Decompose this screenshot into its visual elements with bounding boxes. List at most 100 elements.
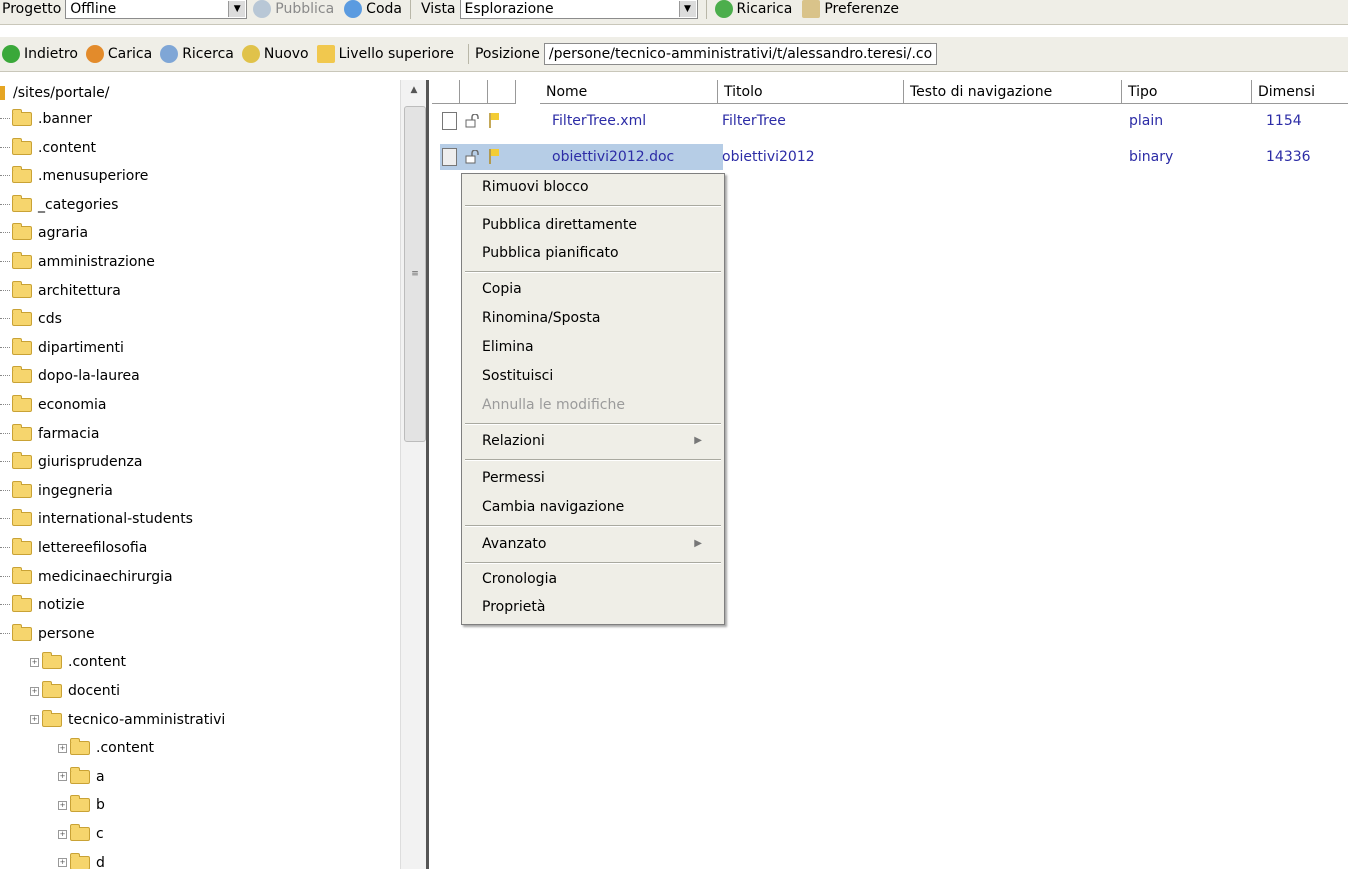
chevron-down-icon[interactable]: ▼	[228, 1, 246, 17]
menu-item-pubblica-pianificato[interactable]: Pubblica pianificato	[482, 240, 619, 266]
file-size: 14336	[1266, 149, 1311, 165]
menu-item-permessi[interactable]: Permessi	[482, 465, 545, 491]
tree-item[interactable]: .menusuperiore	[0, 163, 148, 189]
tree-connector	[0, 146, 10, 149]
toolbar-divider	[705, 0, 707, 19]
list-header: Nome Titolo Testo di navigazione Tipo Di…	[432, 80, 1348, 105]
preferenze-button[interactable]: Preferenze	[802, 0, 899, 18]
menu-item-pubblica-direttamente[interactable]: Pubblica direttamente	[482, 212, 637, 238]
menu-item-elimina[interactable]: Elimina	[482, 334, 534, 360]
tree-item[interactable]: farmacia	[0, 421, 99, 447]
expand-icon[interactable]: +	[58, 858, 67, 868]
tree-item[interactable]: + c	[58, 821, 104, 847]
tree-item[interactable]: + d	[58, 850, 105, 869]
tree-item[interactable]: giurisprudenza	[0, 449, 142, 475]
tree-item[interactable]: + a	[58, 764, 105, 790]
preferences-icon	[802, 0, 821, 18]
column-header-tipo[interactable]: Tipo	[1122, 80, 1252, 104]
menu-item-avanzato[interactable]: Avanzato ▶	[482, 531, 712, 557]
menu-item-sostituisci[interactable]: Sostituisci	[482, 363, 553, 389]
tree-item[interactable]: + .content	[30, 649, 126, 675]
table-row[interactable]: FilterTree.xml FilterTree plain 1154	[432, 108, 1348, 134]
expand-icon[interactable]: +	[58, 743, 67, 753]
context-menu: Rimuovi blocco Pubblica direttamente Pub…	[461, 173, 725, 625]
folder-tree: /sites/portale/ .banner .content .menusupe…	[0, 80, 400, 869]
tree-item[interactable]: economia	[0, 392, 106, 418]
column-header-flag[interactable]	[488, 80, 516, 104]
tree-item[interactable]: international-students	[0, 506, 193, 532]
menu-item-copia[interactable]: Copia	[482, 276, 522, 302]
tree-connector	[0, 432, 10, 435]
tree-connector	[0, 175, 10, 177]
folder-icon	[70, 852, 90, 869]
tree-item[interactable]: ingegneria	[0, 478, 113, 504]
ricarica-button[interactable]: Ricarica	[714, 0, 792, 18]
carica-button[interactable]: Carica	[85, 45, 152, 63]
vista-select[interactable]: Esplorazione ▼	[459, 0, 698, 19]
tree-item-label: d	[96, 854, 105, 869]
file-name[interactable]: FilterTree.xml	[552, 108, 646, 134]
expand-icon[interactable]: +	[58, 772, 67, 782]
posizione-field[interactable]: /persone/tecnico-amministrativi/t/alessa…	[543, 43, 938, 65]
column-header-testo-navigazione[interactable]: Testo di navigazione	[904, 80, 1122, 104]
expand-icon[interactable]: +	[58, 829, 67, 839]
tree-item[interactable]: dipartimenti	[0, 335, 124, 361]
column-header-nome[interactable]: Nome	[540, 80, 718, 104]
tree-scrollbar[interactable]: ▲ ≡	[400, 80, 427, 869]
tree-item[interactable]: cds	[0, 306, 62, 332]
progetto-label: Progetto	[2, 1, 62, 17]
menu-item-rimuovi-blocco[interactable]: Rimuovi blocco	[482, 174, 589, 200]
nuovo-button[interactable]: Nuovo	[241, 45, 309, 63]
tree-item-label: international-students	[38, 511, 193, 528]
tree-item[interactable]: medicinaechirurgia	[0, 564, 173, 590]
pubblica-button[interactable]: Pubblica	[253, 0, 334, 18]
progetto-select[interactable]: Offline ▼	[65, 0, 248, 19]
upload-icon	[85, 45, 104, 63]
tree-item[interactable]: dopo-la-laurea	[0, 363, 140, 389]
tree-item-label: .content	[96, 740, 155, 757]
menu-item-rinomina-sposta[interactable]: Rinomina/Sposta	[482, 305, 600, 331]
file-title: obiettivi2012	[722, 149, 815, 165]
coda-button[interactable]: Coda	[344, 0, 402, 18]
column-header-type-icon[interactable]	[432, 80, 460, 104]
top-toolbar: Progetto Offline ▼ Pubblica Coda Vista E…	[0, 0, 1348, 25]
tree-item[interactable]: + docenti	[30, 678, 120, 704]
expand-icon[interactable]: +	[30, 657, 39, 667]
pane-splitter[interactable]	[426, 80, 429, 869]
tree-item[interactable]: + .content	[58, 735, 154, 761]
file-name[interactable]: obiettivi2012.doc	[552, 144, 674, 170]
expand-icon[interactable]: +	[30, 686, 39, 696]
indietro-button[interactable]: Indietro	[2, 45, 78, 63]
tree-item[interactable]: amministrazione	[0, 249, 155, 275]
tree-connector	[0, 232, 10, 234]
tree-item[interactable]: notizie	[0, 592, 85, 618]
chevron-down-icon[interactable]: ▼	[678, 1, 696, 17]
tree-item[interactable]: persone	[0, 621, 95, 647]
folder-icon	[42, 652, 62, 670]
tree-item[interactable]: agraria	[0, 220, 88, 246]
scroll-up-icon[interactable]: ▲	[407, 85, 421, 97]
tree-item[interactable]: _categories	[0, 192, 118, 218]
expand-icon[interactable]: +	[30, 715, 39, 725]
menu-item-proprieta[interactable]: Proprietà	[482, 594, 545, 620]
menu-item-relazioni[interactable]: Relazioni ▶	[482, 428, 712, 454]
tree-root[interactable]: /sites/portale/	[0, 80, 110, 106]
column-header-dimensione[interactable]: Dimensi	[1252, 80, 1348, 104]
table-row-selected[interactable]: obiettivi2012.doc obiettivi2012 binary 1…	[432, 144, 1348, 170]
column-header-lock[interactable]	[460, 80, 488, 104]
tree-item[interactable]: + tecnico-amministrativi	[30, 707, 225, 733]
menu-item-cambia-navigazione[interactable]: Cambia navigazione	[482, 494, 624, 520]
tree-item[interactable]: .banner	[0, 106, 92, 132]
tree-connector	[0, 632, 10, 635]
livello-superiore-button[interactable]: Livello superiore	[316, 45, 454, 63]
folder-icon	[12, 509, 32, 527]
tree-item[interactable]: .content	[0, 135, 96, 161]
tree-item[interactable]: + b	[58, 792, 105, 818]
tree-item[interactable]: lettereefilosofia	[0, 535, 147, 561]
column-header-titolo[interactable]: Titolo	[718, 80, 904, 104]
tree-item[interactable]: architettura	[0, 278, 121, 304]
expand-icon[interactable]: +	[58, 800, 67, 810]
menu-item-cronologia[interactable]: Cronologia	[482, 566, 557, 592]
scrollbar-thumb[interactable]: ≡	[404, 106, 426, 442]
ricerca-button[interactable]: Ricerca	[160, 45, 234, 63]
